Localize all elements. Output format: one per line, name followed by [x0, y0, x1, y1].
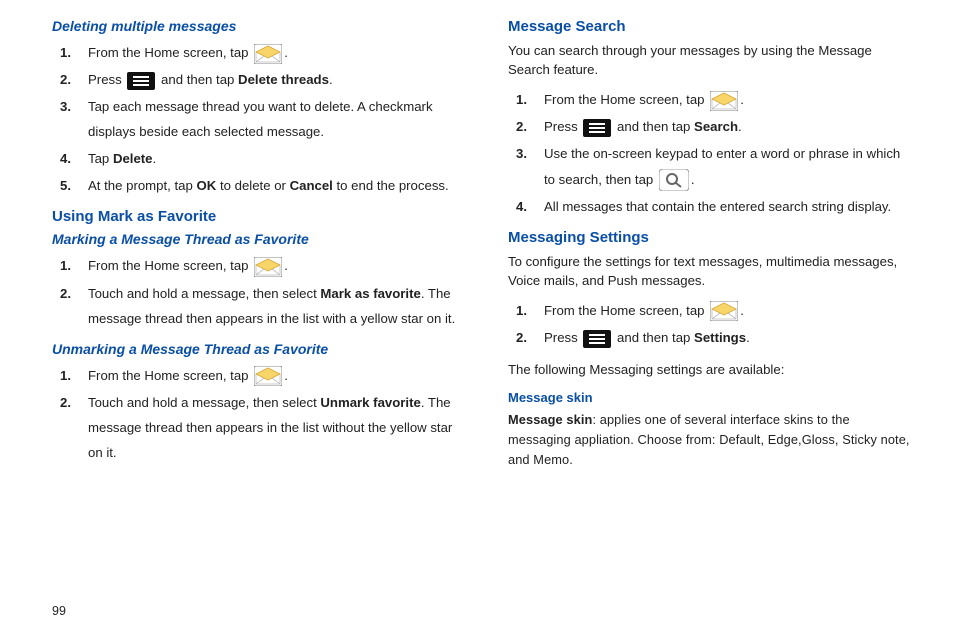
step-text: . [284, 45, 288, 60]
step: 1.From the Home screen, tap . [534, 87, 914, 112]
step-number: 1. [60, 363, 71, 388]
step-text: Tap [88, 151, 113, 166]
step: 3.Use the on-screen keypad to enter a wo… [534, 141, 914, 191]
step-text: Press [88, 72, 125, 87]
intro-message-search: You can search through your messages by … [508, 41, 914, 79]
steps-messaging-settings: 1. From the Home screen, tap . 2. Press an… [508, 298, 914, 350]
step-bold: Settings [694, 330, 746, 345]
follow-text: The following Messaging settings are ava… [508, 360, 914, 380]
step-text: and then tap [613, 330, 694, 345]
step-number: 1. [516, 298, 527, 323]
steps-unmarking-favorite: 1.From the Home screen, tap . 2.Touch an… [52, 363, 458, 465]
steps-marking-favorite: 1.From the Home screen, tap . 2.Touch an… [52, 253, 458, 330]
heading-unmarking-favorite: Unmarking a Message Thread as Favorite [52, 341, 458, 357]
heading-marking-favorite: Marking a Message Thread as Favorite [52, 231, 458, 247]
step: 1.From the Home screen, tap . [534, 298, 914, 323]
step-number: 1. [60, 40, 71, 65]
step-text: Use the on-screen keypad to enter a word… [544, 146, 900, 186]
step-number: 3. [516, 141, 527, 166]
step: 2.Press and then tap Delete threads. [78, 67, 458, 92]
step: 1.From the Home screen, tap . [78, 253, 458, 278]
step-text: Press [544, 119, 581, 134]
para-bold-lead: Message skin [508, 412, 592, 427]
step-text: . [746, 330, 750, 345]
step-text: . [284, 368, 288, 383]
step-bold: Mark as favorite [320, 286, 420, 301]
step-text: From the Home screen, tap [544, 92, 708, 107]
step: 2.Press and then tap Settings. [534, 325, 914, 350]
intro-messaging-settings: To configure the settings for text messa… [508, 252, 914, 290]
step: 2.Touch and hold a message, then select … [78, 390, 458, 465]
step-number: 2. [516, 325, 527, 350]
step-text: At the prompt, tap [88, 178, 197, 193]
step-number: 4. [516, 194, 527, 219]
step-text: . [691, 172, 695, 187]
step-bold: Delete threads [238, 72, 329, 87]
step-bold: OK [197, 178, 217, 193]
step-bold: Unmark favorite [320, 395, 420, 410]
step-text: Press [544, 330, 581, 345]
heading-message-skin: Message skin [508, 390, 914, 405]
step-text: and then tap [613, 119, 694, 134]
step: 3.Tap each message thread you want to de… [78, 94, 458, 144]
steps-deleting-multiple: 1. From the Home screen, tap . 2. Press an… [52, 40, 458, 198]
step-text: From the Home screen, tap [88, 45, 252, 60]
step-text: Touch and hold a message, then select [88, 395, 320, 410]
envelope-icon [254, 257, 282, 277]
step-text: From the Home screen, tap [88, 368, 252, 383]
step-text: . [284, 258, 288, 273]
step-text: From the Home screen, tap [88, 258, 252, 273]
step: 5.At the prompt, tap OK to delete or Can… [78, 173, 458, 198]
step-text: . [153, 151, 157, 166]
step-number: 1. [60, 253, 71, 278]
step-bold: Cancel [290, 178, 333, 193]
menu-icon [583, 119, 611, 137]
step: 4.All messages that contain the entered … [534, 194, 914, 219]
heading-message-search: Message Search [508, 18, 914, 35]
step: 1.From the Home screen, tap . [78, 40, 458, 65]
step-number: 4. [60, 146, 71, 171]
step-text: From the Home screen, tap [544, 303, 708, 318]
step-number: 2. [60, 281, 71, 306]
step-bold: Search [694, 119, 738, 134]
heading-messaging-settings: Messaging Settings [508, 229, 914, 246]
step-number: 5. [60, 173, 71, 198]
menu-icon [583, 330, 611, 348]
step-number: 2. [60, 390, 71, 415]
envelope-icon [254, 44, 282, 64]
step-text: Touch and hold a message, then select [88, 286, 320, 301]
step-text: to delete or [216, 178, 289, 193]
step-number: 3. [60, 94, 71, 119]
envelope-icon [254, 366, 282, 386]
step-bold: Delete [113, 151, 153, 166]
step: 2.Press and then tap Search. [534, 114, 914, 139]
step-text: to end the process. [333, 178, 449, 193]
page-number: 99 [52, 604, 66, 618]
step-text: and then tap [157, 72, 238, 87]
step-number: 1. [516, 87, 527, 112]
envelope-icon [710, 301, 738, 321]
step-text: . [740, 303, 744, 318]
step: 2.Touch and hold a message, then select … [78, 281, 458, 331]
step: 1.From the Home screen, tap . [78, 363, 458, 388]
step-text: . [738, 119, 742, 134]
envelope-icon [710, 91, 738, 111]
menu-icon [127, 72, 155, 90]
heading-mark-favorite: Using Mark as Favorite [52, 208, 458, 225]
left-column: Deleting multiple messages 1. From the Ho… [52, 18, 458, 477]
steps-message-search: 1. From the Home screen, tap . 2. Press an… [508, 87, 914, 218]
step-text: Tap each message thread you want to dele… [88, 99, 433, 139]
step: 4.Tap Delete. [78, 146, 458, 171]
step-number: 2. [60, 67, 71, 92]
search-icon [659, 169, 689, 191]
step-number: 2. [516, 114, 527, 139]
step-text: . [329, 72, 333, 87]
message-skin-para: Message skin: applies one of several int… [508, 410, 914, 469]
heading-deleting-multiple: Deleting multiple messages [52, 18, 458, 34]
step-text: All messages that contain the entered se… [544, 199, 891, 214]
step-text: . [740, 92, 744, 107]
right-column: Message Search You can search through yo… [508, 18, 914, 477]
